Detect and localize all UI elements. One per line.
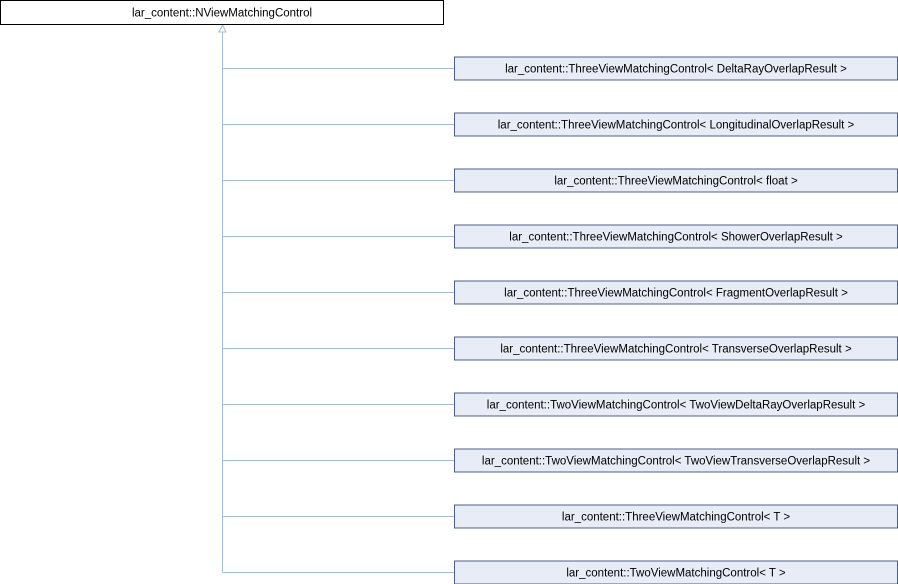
base-class-label: lar_content::NViewMatchingControl — [132, 8, 312, 20]
derived-class-label: lar_content::ThreeViewMatchingControl< T… — [500, 344, 852, 356]
derived-class-label: lar_content::TwoViewMatchingControl< Two… — [482, 456, 870, 468]
derived-class-label: lar_content::ThreeViewMatchingControl< F… — [504, 288, 848, 300]
derived-class-node[interactable]: lar_content::ThreeViewMatchingControl< L… — [454, 112, 898, 137]
derived-class-node[interactable]: lar_content::TwoViewMatchingControl< Two… — [454, 392, 898, 417]
derived-class-node[interactable]: lar_content::ThreeViewMatchingControl< D… — [454, 56, 898, 81]
derived-class-label: lar_content::ThreeViewMatchingControl< D… — [505, 64, 847, 76]
derived-class-node[interactable]: lar_content::ThreeViewMatchingControl< T… — [454, 504, 898, 529]
inheritance-edges — [218, 23, 455, 573]
derived-class-label: lar_content::TwoViewMatchingControl< T > — [566, 568, 786, 580]
inheritance-diagram: lar_content::NViewMatchingControl lar_co… — [0, 0, 898, 584]
derived-class-node[interactable]: lar_content::TwoViewMatchingControl< T > — [454, 560, 898, 584]
derived-class-nodes: lar_content::ThreeViewMatchingControl< D… — [454, 56, 898, 584]
base-class-node[interactable]: lar_content::NViewMatchingControl — [0, 0, 444, 25]
derived-class-node[interactable]: lar_content::ThreeViewMatchingControl< S… — [454, 224, 898, 249]
derived-class-node[interactable]: lar_content::TwoViewMatchingControl< Two… — [454, 448, 898, 473]
derived-class-label: lar_content::ThreeViewMatchingControl< T… — [562, 512, 790, 524]
derived-class-label: lar_content::ThreeViewMatchingControl< S… — [509, 232, 843, 244]
derived-class-node[interactable]: lar_content::ThreeViewMatchingControl< F… — [454, 280, 898, 305]
derived-class-label: lar_content::ThreeViewMatchingControl< f… — [554, 176, 798, 188]
derived-class-label: lar_content::ThreeViewMatchingControl< L… — [498, 120, 855, 132]
inheritance-arrowhead — [218, 23, 227, 33]
derived-class-node[interactable]: lar_content::ThreeViewMatchingControl< f… — [454, 168, 898, 193]
derived-class-node[interactable]: lar_content::ThreeViewMatchingControl< T… — [454, 336, 898, 361]
derived-class-label: lar_content::TwoViewMatchingControl< Two… — [487, 400, 866, 412]
